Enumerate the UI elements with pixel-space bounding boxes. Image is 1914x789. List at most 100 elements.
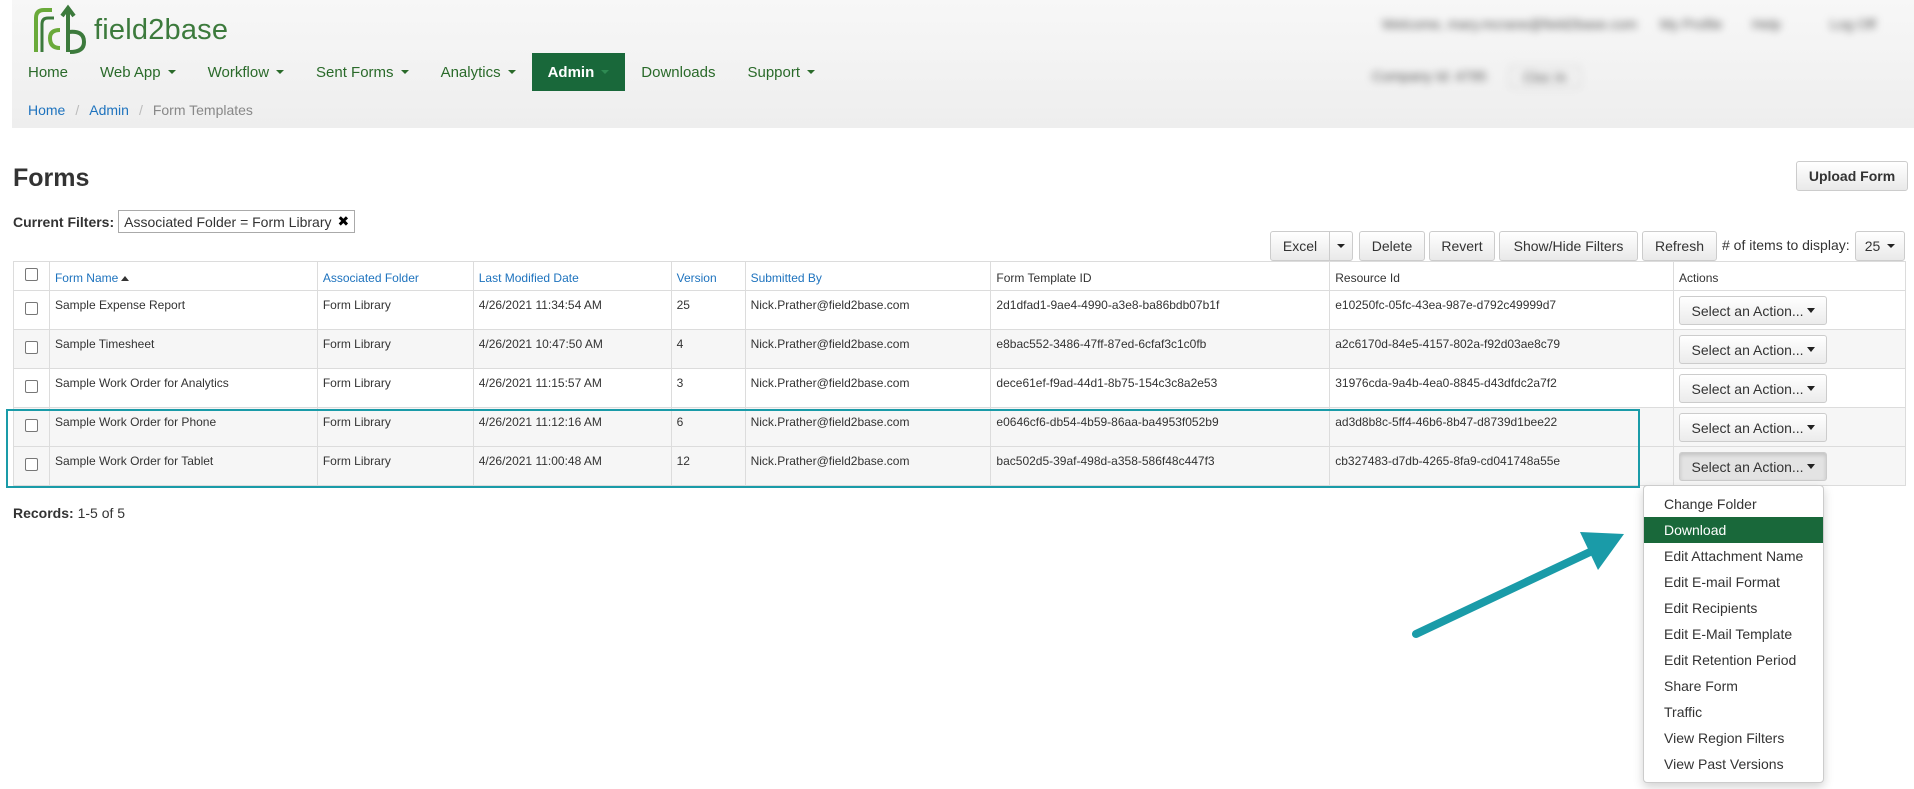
filter-tag-text: Associated Folder = Form Library <box>124 213 332 230</box>
menu-item-download[interactable]: Download <box>1644 517 1823 543</box>
items-to-display-select[interactable]: 25 <box>1855 231 1905 261</box>
nav-support[interactable]: Support <box>731 53 831 91</box>
filters-label: Current Filters: <box>13 213 115 230</box>
select-all-checkbox[interactable] <box>24 268 38 281</box>
company-id-text: Company Id: 4795 <box>1372 68 1487 84</box>
row-checkbox[interactable] <box>24 302 38 315</box>
refresh-button[interactable]: Refresh <box>1642 231 1717 261</box>
col-form-name[interactable]: Form Name <box>48 261 318 291</box>
excel-dropdown-button[interactable] <box>1329 231 1353 261</box>
user-menu-blurred: Welcome, mary.mcrane@field2base.com My P… <box>1360 10 1914 120</box>
logoff-link[interactable]: Log Off <box>1830 16 1876 32</box>
nav-sent-forms[interactable]: Sent Forms <box>300 53 425 91</box>
cell-modified: 4/26/2021 11:00:48 AM <box>472 446 672 486</box>
col-last-modified[interactable]: Last Modified Date <box>472 261 672 291</box>
cell-resource-id: e10250fc-05fc-43ea-987e-d792c49999d7 <box>1329 290 1675 330</box>
cell-template-id: bac502d5-39af-498d-a358-586f48c447f3 <box>990 446 1331 486</box>
nav-downloads[interactable]: Downloads <box>625 53 731 91</box>
nav-admin[interactable]: Admin <box>531 53 626 91</box>
menu-item-change-folder[interactable]: Change Folder <box>1644 491 1823 517</box>
menu-item-edit-email-template[interactable]: Edit E-Mail Template <box>1644 621 1823 647</box>
nav-workflow[interactable]: Workflow <box>192 53 300 91</box>
excel-button[interactable]: Excel <box>1270 231 1330 261</box>
breadcrumb-home[interactable]: Home <box>28 102 65 118</box>
cell-template-id: 2d1dfad1-9ae4-4990-a3e8-ba86bdb07b1f <box>990 290 1331 330</box>
table-row: Sample Expense Report Form Library 4/26/… <box>13 290 1906 330</box>
menu-item-share-form[interactable]: Share Form <box>1644 673 1823 699</box>
remove-filter-icon[interactable]: ✖ <box>337 213 349 230</box>
select-action-button-open[interactable]: Select an Action... <box>1679 452 1828 481</box>
cell-submitted: Nick.Prather@field2base.com <box>744 446 992 486</box>
cell-modified: 4/26/2021 10:47:50 AM <box>472 329 672 369</box>
col-version[interactable]: Version <box>670 261 746 291</box>
nav-analytics[interactable]: Analytics <box>425 53 532 91</box>
caret-down-icon <box>1806 386 1815 391</box>
col-form-template-id: Form Template ID <box>990 261 1331 291</box>
nav-home[interactable]: Home <box>12 53 84 91</box>
cell-folder: Form Library <box>316 407 474 447</box>
select-action-button[interactable]: Select an Action... <box>1679 335 1828 364</box>
cell-submitted: Nick.Prather@field2base.com <box>744 290 992 330</box>
chevron-down-icon <box>807 70 816 74</box>
cell-folder: Form Library <box>316 329 474 369</box>
menu-item-edit-email-format[interactable]: Edit E-mail Format <box>1644 569 1823 595</box>
row-checkbox[interactable] <box>24 380 38 393</box>
sort-ascending-icon <box>121 276 130 282</box>
cell-template-id: e0646cf6-db54-4b59-86aa-ba4953f052b9 <box>990 407 1331 447</box>
table-row: Sample Work Order for Analytics Form Lib… <box>13 368 1906 408</box>
caret-down-icon <box>1806 347 1815 352</box>
col-resource-id: Resource Id <box>1329 261 1675 291</box>
cell-submitted: Nick.Prather@field2base.com <box>744 368 992 408</box>
row-checkbox[interactable] <box>24 419 38 432</box>
show-hide-filters-button[interactable]: Show/Hide Filters <box>1499 231 1638 261</box>
caret-down-icon <box>1887 244 1896 248</box>
cell-version: 4 <box>670 329 746 369</box>
breadcrumb-admin[interactable]: Admin <box>89 102 129 118</box>
chevron-down-icon <box>507 70 516 74</box>
logo[interactable]: field2base <box>30 2 228 58</box>
select-action-button[interactable]: Select an Action... <box>1679 413 1828 442</box>
chevron-down-icon <box>400 70 409 74</box>
col-actions: Actions <box>1673 261 1906 291</box>
cell-version: 25 <box>670 290 746 330</box>
forms-table: Form Name Associated Folder Last Modifie… <box>13 261 1906 486</box>
menu-item-view-region-filters[interactable]: View Region Filters <box>1644 725 1823 751</box>
revert-button[interactable]: Revert <box>1429 231 1495 261</box>
cell-folder: Form Library <box>316 290 474 330</box>
row-checkbox[interactable] <box>24 458 38 471</box>
menu-item-edit-retention-period[interactable]: Edit Retention Period <box>1644 647 1823 673</box>
cell-resource-id: ad3d8b8c-5ff4-46b6-8b47-d8739d1bee22 <box>1329 407 1675 447</box>
menu-item-edit-recipients[interactable]: Edit Recipients <box>1644 595 1823 621</box>
col-submitted-by[interactable]: Submitted By <box>744 261 992 291</box>
caret-down-icon <box>1806 308 1815 313</box>
table-row: Sample Work Order for Tablet Form Librar… <box>13 446 1906 486</box>
clock-in-button[interactable]: Cloc In <box>1510 66 1580 88</box>
action-dropdown-menu: Change Folder Download Edit Attachment N… <box>1643 485 1824 783</box>
select-action-button[interactable]: Select an Action... <box>1679 296 1828 325</box>
col-associated-folder[interactable]: Associated Folder <box>316 261 474 291</box>
breadcrumb: Home / Admin / Form Templates <box>28 102 253 118</box>
filter-tag: Associated Folder = Form Library ✖ <box>118 210 356 233</box>
table-row: Sample Timesheet Form Library 4/26/2021 … <box>13 329 1906 369</box>
row-checkbox[interactable] <box>24 341 38 354</box>
my-profile-link[interactable]: My Profile <box>1660 16 1722 32</box>
menu-item-edit-attachment-name[interactable]: Edit Attachment Name <box>1644 543 1823 569</box>
breadcrumb-separator: / <box>75 102 80 118</box>
cell-version: 6 <box>670 407 746 447</box>
nav-web-app[interactable]: Web App <box>84 53 192 91</box>
caret-down-icon <box>1806 425 1815 430</box>
menu-item-traffic[interactable]: Traffic <box>1644 699 1823 725</box>
cell-version: 3 <box>670 368 746 408</box>
cell-template-id: e8bac552-3486-47ff-87ed-6cfaf3c1c0fb <box>990 329 1331 369</box>
select-action-button[interactable]: Select an Action... <box>1679 374 1828 403</box>
welcome-text[interactable]: Welcome, mary.mcrane@field2base.com <box>1382 16 1637 32</box>
menu-item-view-past-versions[interactable]: View Past Versions <box>1644 751 1823 777</box>
help-link[interactable]: Help <box>1752 16 1781 32</box>
cell-submitted: Nick.Prather@field2base.com <box>744 329 992 369</box>
upload-form-button[interactable]: Upload Form <box>1796 161 1908 191</box>
delete-button[interactable]: Delete <box>1359 231 1425 261</box>
cell-resource-id: a2c6170d-84e5-4157-802a-f92d03ae8c79 <box>1329 329 1675 369</box>
current-filters: Current Filters: Associated Folder = For… <box>13 210 356 233</box>
caret-down-icon <box>1337 244 1345 248</box>
field2base-logo-icon <box>34 4 87 54</box>
